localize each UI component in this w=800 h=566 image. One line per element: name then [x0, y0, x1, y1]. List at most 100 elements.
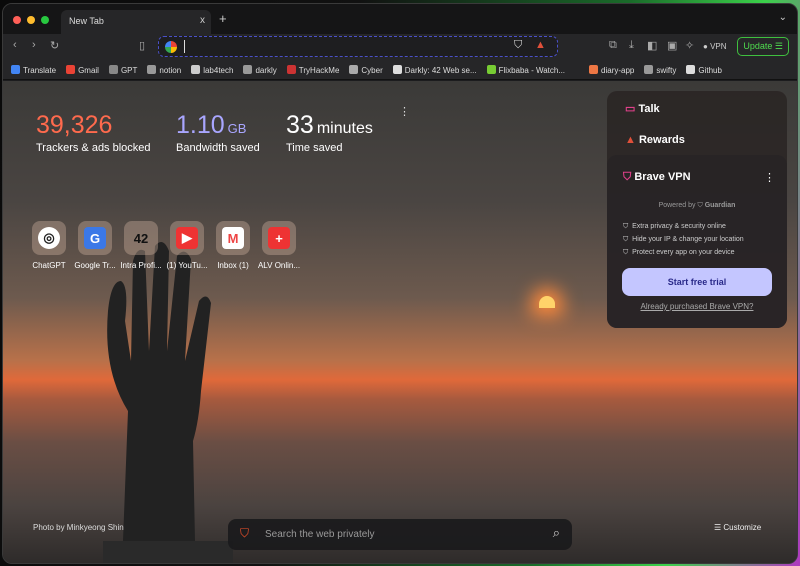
tab-title: New Tab	[69, 16, 104, 26]
bookmark-label: lab4tech	[203, 65, 234, 75]
tab-new-tab[interactable]: New Tab x	[61, 10, 211, 34]
top-site-label: (1) YouTu...	[166, 261, 208, 270]
bookmark-item[interactable]: Gmail	[66, 64, 99, 75]
top-site-tile[interactable]: + ALV Onlin...	[256, 221, 302, 270]
top-site-icon: M	[216, 221, 250, 255]
bookmark-favicon-icon	[644, 64, 654, 74]
sidebar-icon[interactable]: ◧	[647, 39, 657, 52]
bookmark-favicon-icon	[108, 64, 118, 74]
talk-label: Talk	[638, 103, 660, 115]
vpn-feature: ⛉ Hide your IP & change your location	[623, 236, 744, 243]
search-placeholder: Search the web privately	[265, 529, 375, 540]
bookmark-item[interactable]: diary-app	[589, 64, 634, 75]
bookmark-label: GPT	[120, 65, 138, 75]
bookmark-label: Flixbaba - Watch...	[498, 65, 566, 75]
bookmark-icon[interactable]: ▯	[139, 39, 145, 52]
vpn-shield-icon: ⛉	[623, 171, 632, 183]
bookmark-label: swifty	[656, 65, 677, 75]
top-site-icon: G	[78, 221, 112, 255]
stat-value: 33	[286, 111, 314, 139]
tab-bar: New Tab x + ⌄	[3, 4, 797, 34]
bookmark-item[interactable]: Darkly: 42 Web se...	[392, 64, 477, 75]
bookmark-item[interactable]: darkly	[243, 64, 277, 75]
rewards-icon[interactable]: ▲	[535, 39, 546, 51]
stat-label: Time saved	[286, 142, 343, 154]
top-site-tile[interactable]: ▶ (1) YouTu...	[164, 221, 210, 270]
guardian-logo: ⛉ Guardian	[697, 202, 736, 209]
top-site-label: ALV Onlin...	[257, 261, 301, 270]
photo-credit[interactable]: Photo by Minkyeong Shin	[33, 523, 124, 532]
extensions-icon[interactable]: ⧉	[609, 39, 617, 52]
stat-1: 1.10 GB Bandwidth saved	[176, 111, 260, 154]
bookmark-favicon-icon	[589, 64, 599, 74]
top-site-tile[interactable]: G Google Tr...	[72, 221, 118, 270]
already-purchased-link[interactable]: Already purchased Brave VPN?	[607, 302, 787, 311]
rewards-widget[interactable]: ▲ Rewards	[625, 134, 685, 146]
start-free-trial-button[interactable]: Start free trial	[622, 268, 772, 296]
customize-button[interactable]: ☰ Customize	[714, 523, 761, 532]
browser-window: New Tab x + ⌄ ‹ › ↻ ▯ ⛉ ▲ ⧉ ⤓ ◧ ▣ ✧ ● VPN…	[2, 3, 798, 564]
top-site-label: Inbox (1)	[217, 261, 249, 270]
google-icon	[165, 41, 177, 53]
brave-logo-icon: ⛉	[240, 526, 250, 540]
rewards-triangle-icon: ▲	[625, 134, 636, 146]
bookmark-favicon-icon	[191, 64, 201, 74]
bookmark-item[interactable]: Translate	[11, 64, 57, 75]
top-site-tile[interactable]: M Inbox (1)	[210, 221, 256, 270]
search-icon[interactable]: ⌕	[553, 525, 560, 541]
new-tab-page: 39,326 Trackers & ads blocked 1.10 GB Bandwi…	[3, 81, 797, 563]
bookmark-favicon-icon	[286, 64, 296, 74]
stat-2: 33 minutes Time saved	[286, 111, 373, 154]
rewards-label: Rewards	[638, 134, 685, 146]
vpn-feature: ⛉ Protect every app on your device	[623, 249, 735, 256]
stat-unit: minutes	[316, 120, 373, 137]
stats-menu-icon[interactable]: ⋮	[399, 105, 410, 118]
back-icon[interactable]: ‹	[13, 39, 17, 51]
vpn-title: ⛉ Brave VPN	[623, 171, 691, 184]
top-site-icon: +	[262, 221, 296, 255]
wallet-icon[interactable]: ▣	[667, 39, 677, 52]
address-bar[interactable]: ⛉ ▲	[158, 36, 558, 57]
top-site-icon: ▶	[170, 221, 204, 255]
top-site-label: Google Tr...	[74, 261, 116, 270]
bookmark-item[interactable]: lab4tech	[191, 64, 234, 75]
tab-list-chevron-icon[interactable]: ⌄	[779, 12, 787, 23]
downloads-icon[interactable]: ⤓	[629, 39, 634, 52]
top-site-tile[interactable]: ◎ ChatGPT	[26, 221, 72, 270]
bookmark-item[interactable]: swifty	[644, 64, 677, 75]
top-site-tile[interactable]: 42 Intra Profi...	[118, 221, 164, 270]
forward-icon[interactable]: ›	[32, 39, 36, 51]
bookmark-item[interactable]: Github	[686, 64, 722, 75]
bookmark-label: Translate	[23, 65, 57, 75]
bookmark-item[interactable]: Flixbaba - Watch...	[486, 64, 566, 75]
top-site-icon: 42	[124, 221, 158, 255]
top-site-icon: ◎	[32, 221, 66, 255]
leo-ai-icon[interactable]: ✧	[685, 39, 694, 52]
bookmark-item[interactable]: Cyber	[349, 64, 383, 75]
brave-vpn-card: ⛉ Brave VPN ⋮ Powered by ⛉ Guardian ⛉ Ex…	[607, 155, 787, 328]
talk-widget[interactable]: ▭ Talk	[625, 102, 660, 115]
brave-shields-icon[interactable]: ⛉	[514, 39, 522, 52]
minimize-window-button[interactable]	[27, 16, 35, 24]
vpn-feature: ⛉ Extra privacy & security online	[623, 223, 726, 230]
vpn-button[interactable]: ● VPN	[703, 42, 727, 51]
maximize-window-button[interactable]	[41, 16, 49, 24]
text-cursor	[184, 40, 185, 53]
close-window-button[interactable]	[13, 16, 21, 24]
toolbar: ‹ › ↻ ▯ ⛉ ▲ ⧉ ⤓ ◧ ▣ ✧ ● VPN Update ☰	[3, 34, 797, 60]
bookmarks-bar: Translate Gmail GPT notion lab4tech darkly Try…	[3, 60, 797, 80]
search-box[interactable]: ⛉ Search the web privately ⌕	[228, 519, 572, 550]
bookmark-label: notion	[159, 65, 182, 75]
close-tab-icon[interactable]: x	[200, 15, 205, 26]
vpn-menu-icon[interactable]: ⋮	[764, 171, 775, 184]
bookmark-item[interactable]: TryHackMe	[286, 64, 340, 75]
new-tab-button[interactable]: +	[219, 11, 227, 26]
talk-icon: ▭	[625, 103, 636, 115]
reload-icon[interactable]: ↻	[50, 39, 59, 52]
update-button[interactable]: Update ☰	[737, 37, 789, 56]
bookmark-item[interactable]: GPT	[108, 64, 138, 75]
bookmark-label: TryHackMe	[298, 65, 340, 75]
bookmark-favicon-icon	[686, 64, 696, 74]
customize-label: Customize	[723, 523, 762, 532]
bookmark-item[interactable]: notion	[147, 64, 182, 75]
